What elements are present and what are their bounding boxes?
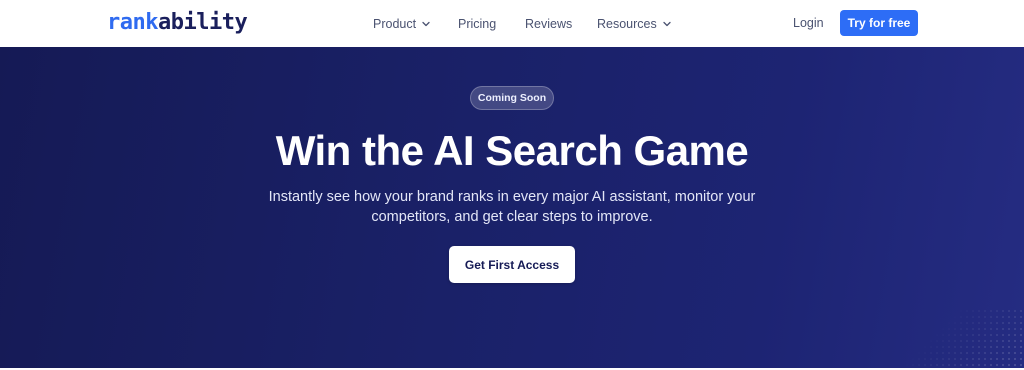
nav-resources-menu[interactable]: Resources <box>597 17 672 31</box>
login-link[interactable]: Login <box>793 16 824 30</box>
nav-reviews-link[interactable]: Reviews <box>525 17 572 31</box>
logo-part-rank: rank <box>107 10 158 35</box>
nav-pricing-link[interactable]: Pricing <box>458 17 496 31</box>
hero-subtitle: Instantly see how your brand ranks in ev… <box>268 189 756 225</box>
hero-dot-pattern <box>904 308 1024 368</box>
nav-product-label: Product <box>373 16 417 31</box>
coming-soon-badge: Coming Soon <box>470 86 554 110</box>
rankability-logo[interactable]: rankability <box>107 10 248 36</box>
nav-resources-label: Resources <box>597 16 657 31</box>
get-first-access-button[interactable]: Get First Access <box>449 246 575 283</box>
nav-pricing-label: Pricing <box>458 16 497 31</box>
chevron-down-icon <box>662 19 672 29</box>
page: rankability Product Pricing Reviews Reso… <box>0 0 1024 370</box>
hero-title: Win the AI Search Game <box>275 127 749 174</box>
try-for-free-button[interactable]: Try for free <box>840 10 918 36</box>
chevron-down-icon <box>421 19 431 29</box>
hero-section: Coming Soon Win the AI Search Game Insta… <box>0 47 1024 368</box>
top-navbar: rankability Product Pricing Reviews Reso… <box>0 0 1024 47</box>
logo-part-ability: ability <box>157 10 248 35</box>
nav-product-menu[interactable]: Product <box>373 17 431 31</box>
nav-reviews-label: Reviews <box>525 16 573 31</box>
